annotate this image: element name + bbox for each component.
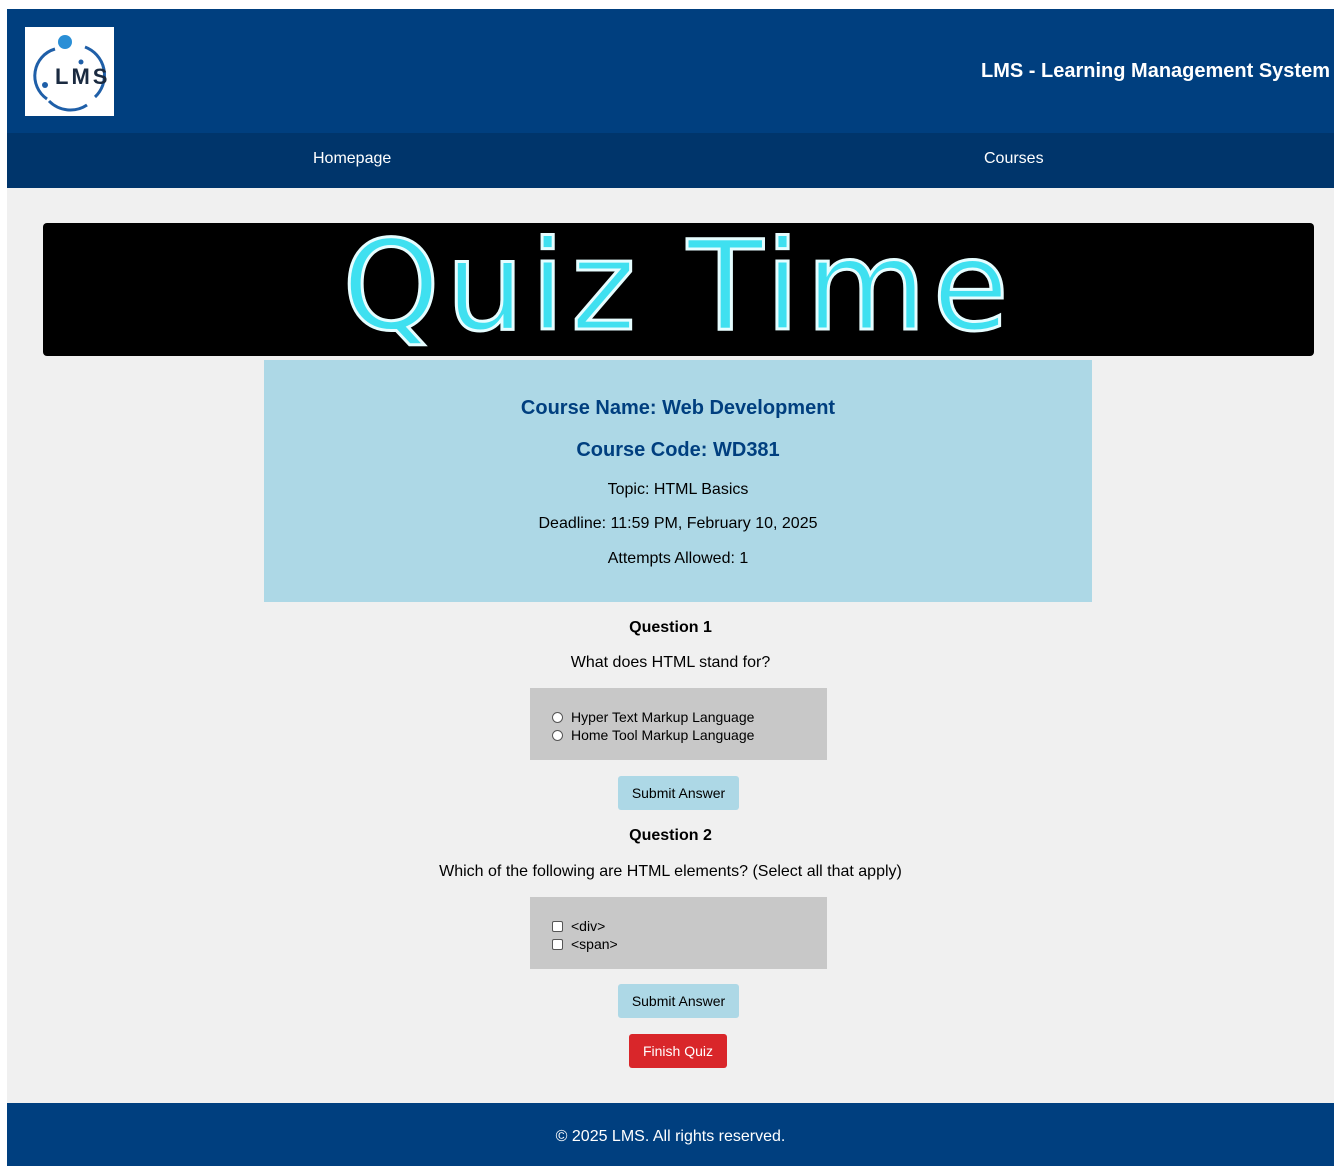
course-info-panel: Course Name: Web Development Course Code…	[264, 360, 1092, 602]
option-label: Hyper Text Markup Language	[571, 709, 755, 725]
radio-button[interactable]	[552, 711, 563, 723]
course-code: Course Code: WD381	[576, 439, 780, 461]
main-nav: Homepage Courses	[7, 133, 1334, 188]
banner-title: Quiz Time	[341, 223, 1015, 356]
course-topic: Topic: HTML Basics	[607, 481, 749, 498]
option-label: <span>	[571, 936, 618, 952]
question-1-title: Question 1	[629, 619, 712, 636]
copyright-text: © 2025 LMS. All rights reserved.	[555, 1128, 786, 1145]
question-2-options: <div> <span>	[530, 897, 827, 969]
lms-logo-mark: LMS	[33, 35, 110, 112]
attempts-allowed: Attempts Allowed: 1	[607, 550, 749, 567]
course-name: Course Name: Web Development	[520, 397, 836, 419]
submit-answer-button-2[interactable]: Submit Answer	[618, 984, 739, 1018]
header: LMS LMS - Learning Management System	[7, 9, 1334, 133]
submit-answer-button-1[interactable]: Submit Answer	[618, 776, 739, 810]
quiz-banner: Quiz Time	[43, 223, 1314, 356]
site-title: LMS - Learning Management System	[981, 60, 1330, 82]
question-2-title: Question 2	[629, 827, 712, 844]
svg-text:LMS: LMS	[55, 64, 110, 89]
question-2-option-1[interactable]: <div>	[552, 917, 827, 935]
footer: © 2025 LMS. All rights reserved.	[7, 1103, 1334, 1166]
question-2-text: Which of the following are HTML elements…	[439, 863, 902, 880]
question-1-text: What does HTML stand for?	[570, 654, 771, 671]
nav-courses-link[interactable]: Courses	[984, 150, 1044, 168]
radio-button[interactable]	[552, 729, 563, 741]
page: LMS LMS - Learning Management System Hom…	[7, 9, 1334, 1166]
nav-homepage-link[interactable]: Homepage	[313, 150, 391, 168]
course-deadline: Deadline: 11:59 PM, February 10, 2025	[538, 515, 818, 532]
question-1-option-1[interactable]: Hyper Text Markup Language	[552, 708, 827, 726]
question-1-options: Hyper Text Markup Language Home Tool Mar…	[530, 688, 827, 760]
checkbox[interactable]	[552, 920, 563, 932]
checkbox[interactable]	[552, 938, 563, 950]
finish-quiz-button[interactable]: Finish Quiz	[629, 1034, 727, 1068]
option-label: <div>	[571, 918, 606, 934]
lms-logo[interactable]: LMS	[25, 27, 114, 116]
option-label: Home Tool Markup Language	[571, 727, 755, 743]
question-2-option-2[interactable]: <span>	[552, 935, 827, 953]
question-1-option-2[interactable]: Home Tool Markup Language	[552, 726, 827, 744]
